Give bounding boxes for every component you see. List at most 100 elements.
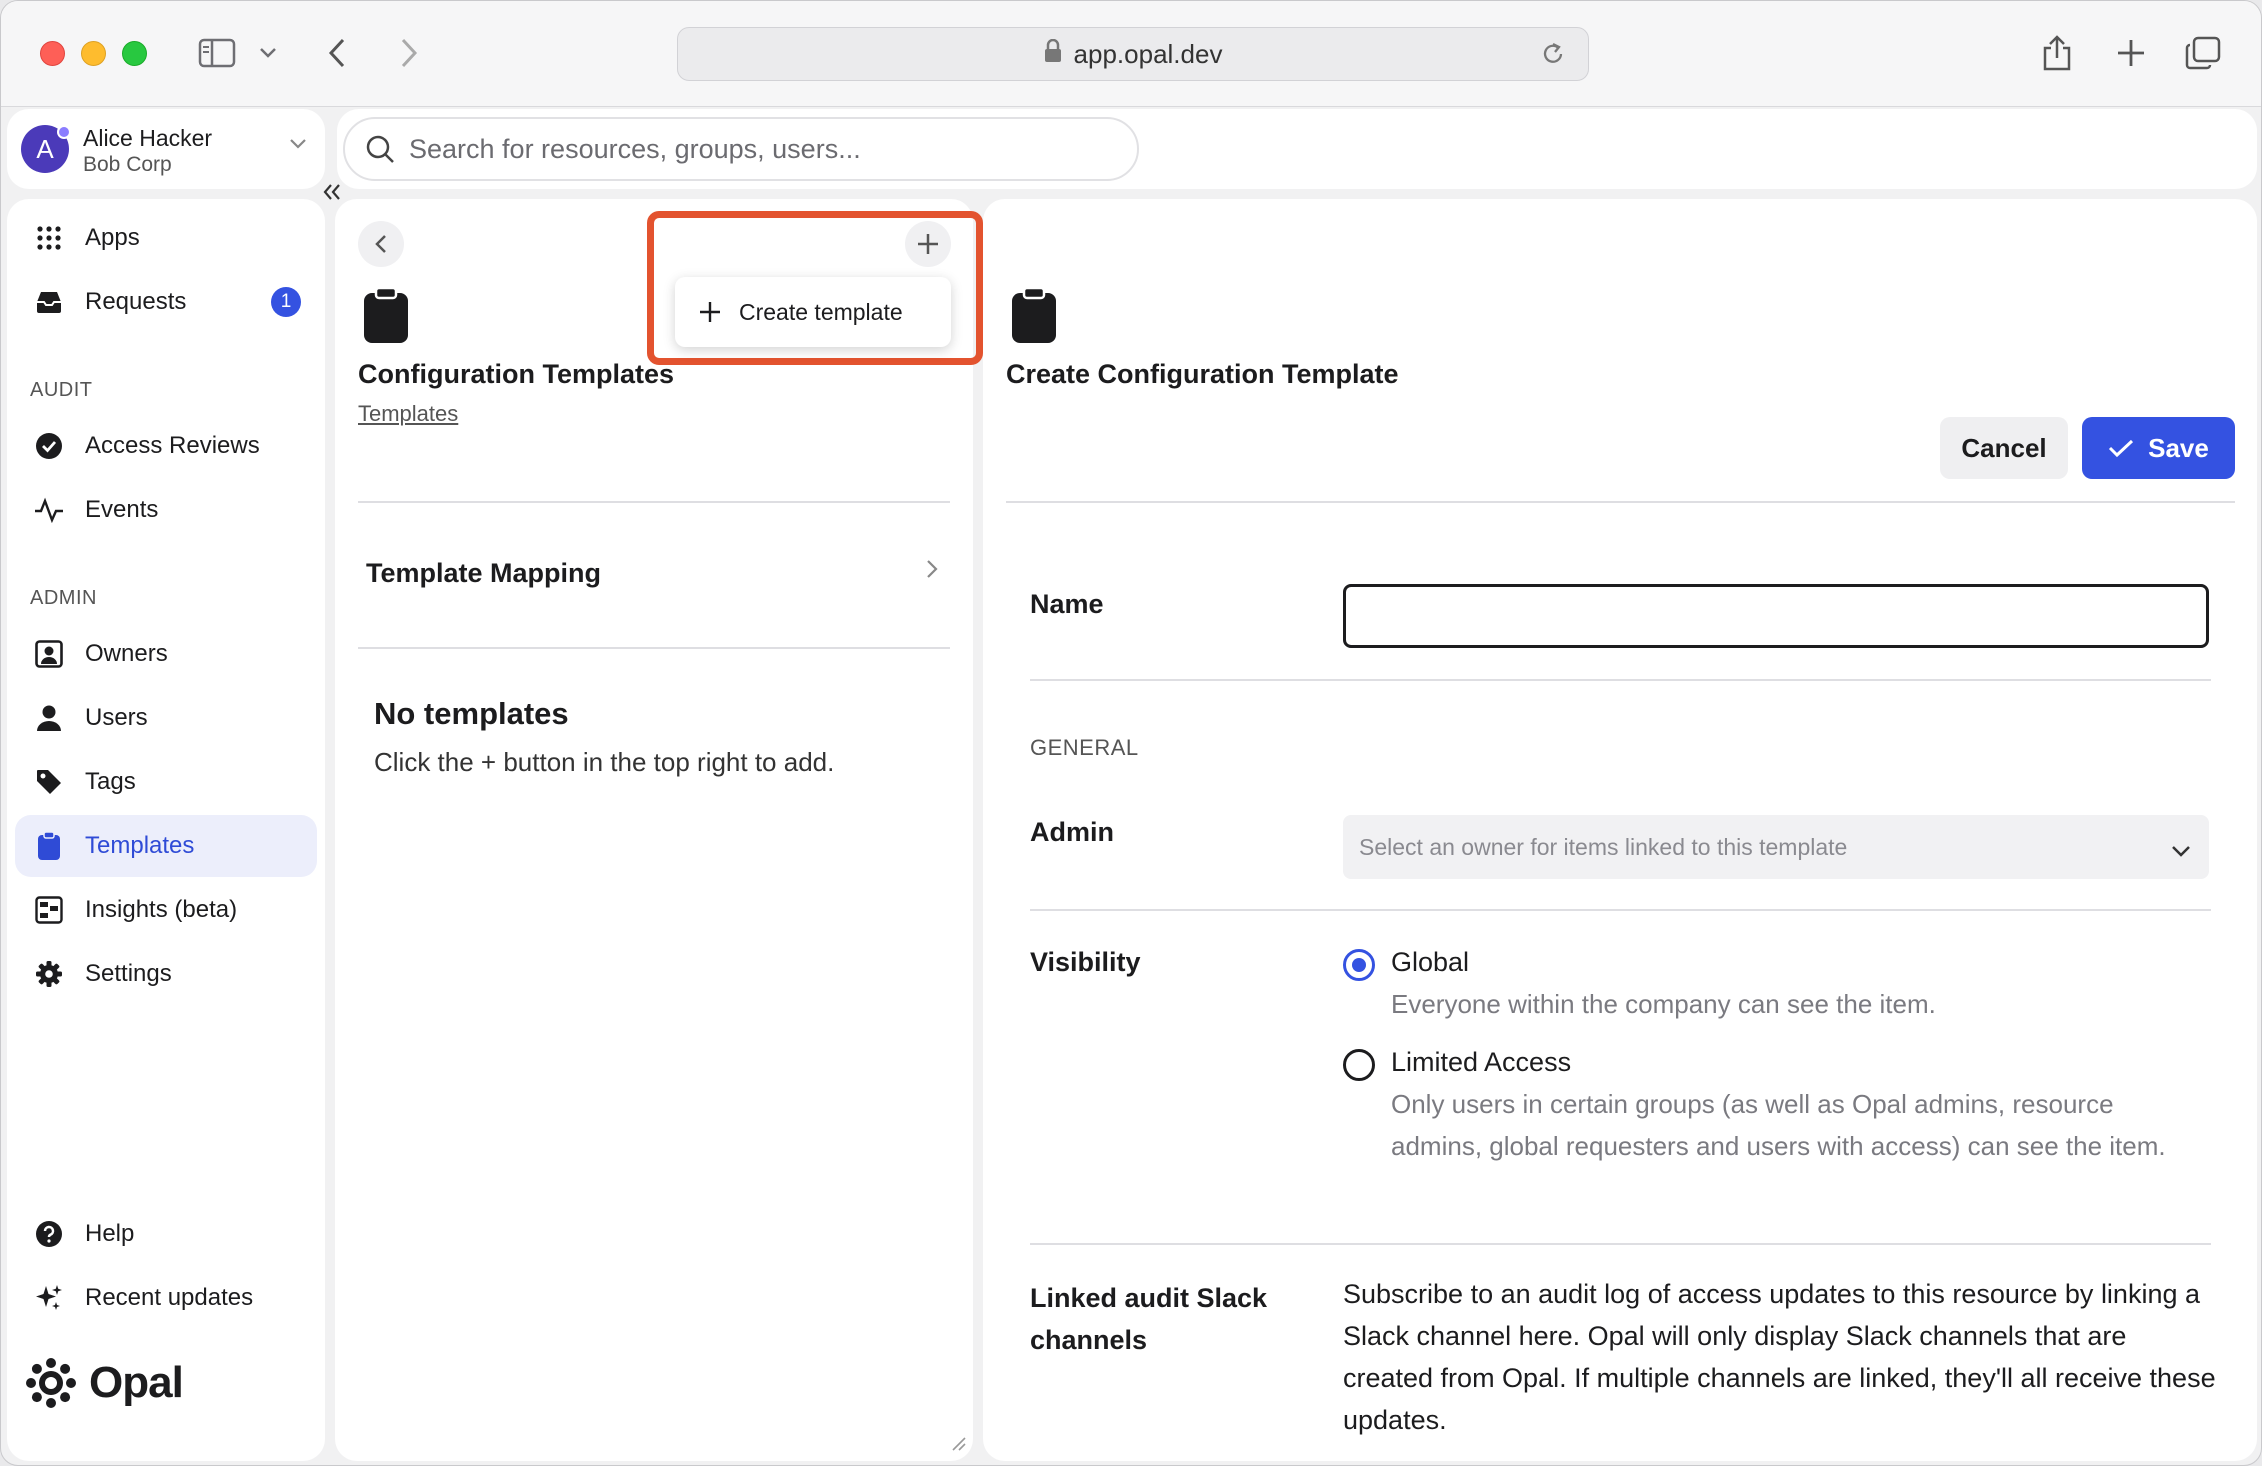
section-label-general: GENERAL — [1030, 735, 1139, 760]
chevron-down-icon — [289, 137, 307, 155]
divider — [1030, 909, 2211, 911]
chevron-right-icon — [926, 559, 938, 584]
sidebar-item-label: Apps — [85, 224, 140, 251]
visibility-limited-radio[interactable] — [1343, 1049, 1375, 1081]
lock-icon — [1044, 38, 1062, 70]
empty-state-subtitle: Click the + button in the top right to a… — [374, 747, 835, 777]
zoom-window-button[interactable] — [122, 41, 147, 66]
slack-channels-description: Subscribe to an audit log of access upda… — [1343, 1279, 2216, 1435]
top-bar — [337, 109, 2257, 189]
sidebar-item-label: Users — [85, 704, 148, 731]
sparkle-icon — [33, 1282, 65, 1314]
account-switcher[interactable]: A Alice Hacker Bob Corp — [7, 109, 325, 189]
template-mapping-label: Template Mapping — [366, 557, 602, 588]
visibility-limited-description: Only users in certain groups (as well as… — [1391, 1089, 2166, 1161]
forward-icon[interactable] — [391, 31, 427, 75]
new-tab-icon[interactable] — [2111, 31, 2151, 75]
insights-icon — [33, 894, 65, 926]
sidebar-item-label: Requests — [85, 288, 187, 315]
sidebar-item-users[interactable]: Users — [15, 687, 317, 749]
create-template-label: Create template — [739, 298, 903, 325]
gear-icon — [33, 958, 65, 990]
user-icon — [33, 702, 65, 734]
sidebar-item-owners[interactable]: Owners — [15, 623, 317, 685]
check-icon — [2108, 438, 2134, 458]
activity-icon — [33, 494, 65, 526]
search-input[interactable] — [409, 133, 1109, 165]
url-text: app.opal.dev — [1073, 38, 1223, 69]
chevron-down-icon[interactable] — [255, 31, 281, 75]
sidebar-item-settings[interactable]: Settings — [15, 943, 317, 1005]
admin-owner-select[interactable]: Select an owner for items linked to this… — [1343, 815, 2209, 879]
sidebar-item-label: Tags — [85, 768, 136, 795]
visibility-global-description: Everyone within the company can see the … — [1391, 989, 1936, 1019]
owner-icon — [33, 638, 65, 670]
tab-overview-icon[interactable] — [2183, 31, 2223, 75]
sidebar-item-access-reviews[interactable]: Access Reviews — [15, 415, 317, 477]
share-icon[interactable] — [2037, 31, 2077, 75]
sidebar-item-apps[interactable]: Apps — [15, 207, 317, 269]
create-template-form: Create Configuration Template Cancel Sav… — [983, 199, 2257, 1461]
sidebar-item-label: Settings — [85, 960, 172, 987]
reload-icon[interactable] — [1540, 40, 1566, 75]
opal-logo-text: Opal — [89, 1358, 184, 1407]
chevron-down-icon — [2171, 837, 2191, 864]
back-button[interactable] — [358, 221, 404, 267]
close-window-button[interactable] — [40, 41, 65, 66]
sidebar-item-label: Owners — [85, 640, 168, 667]
clipboard-icon — [33, 830, 65, 862]
form-title: Create Configuration Template — [1006, 359, 1399, 389]
page-title: Configuration Templates — [358, 359, 675, 389]
resize-handle-icon[interactable] — [951, 1436, 967, 1457]
template-mapping-row[interactable]: Template Mapping — [358, 501, 950, 645]
save-button[interactable]: Save — [2082, 417, 2235, 479]
section-label-audit: AUDIT — [30, 379, 93, 401]
empty-state-title: No templates — [374, 696, 569, 731]
sidebar-item-insights[interactable]: Insights (beta) — [15, 879, 317, 941]
create-template-menu-item[interactable]: Create template — [675, 277, 951, 347]
sidebar-item-label: Recent updates — [85, 1284, 254, 1311]
account-name: Alice Hacker — [83, 125, 213, 151]
visibility-global-radio[interactable] — [1343, 949, 1375, 981]
sidebar-item-requests[interactable]: Requests 1 — [15, 271, 317, 333]
sidebar-item-label: Insights (beta) — [85, 896, 238, 923]
back-icon[interactable] — [319, 31, 355, 75]
collapse-sidebar-icon[interactable] — [319, 179, 345, 205]
name-label: Name — [1030, 589, 1104, 619]
tag-icon — [33, 766, 65, 798]
sidebar-item-templates[interactable]: Templates — [15, 815, 317, 877]
sidebar-item-recent-updates[interactable]: Recent updates — [15, 1267, 317, 1329]
grid-icon — [33, 222, 65, 254]
breadcrumb[interactable]: Templates — [358, 401, 458, 427]
sidebar-item-help[interactable]: Help — [15, 1203, 317, 1265]
search-box[interactable] — [343, 117, 1139, 181]
admin-select-placeholder: Select an owner for items linked to this… — [1359, 833, 1848, 860]
requests-count-badge: 1 — [271, 287, 301, 317]
section-label-admin: ADMIN — [30, 587, 97, 609]
slack-channels-label: Linked audit Slack channels — [1030, 1283, 1268, 1355]
check-circle-icon — [33, 430, 65, 462]
name-input[interactable] — [1343, 584, 2209, 648]
opal-logo-icon — [26, 1358, 76, 1408]
avatar-status-dot — [57, 125, 71, 139]
window-controls — [40, 41, 147, 66]
clipboard-icon — [364, 286, 408, 348]
divider — [358, 647, 950, 649]
help-icon — [33, 1218, 65, 1250]
sidebar-item-label: Events — [85, 496, 159, 523]
browser-window: app.opal.dev A Alice Hacker Bob Corp Sea… — [0, 0, 2262, 1466]
address-bar[interactable]: app.opal.dev — [677, 27, 1589, 81]
visibility-global-label: Global — [1391, 947, 1470, 977]
sidebar-item-tags[interactable]: Tags — [15, 751, 317, 813]
sidebar-item-label: Templates — [85, 832, 195, 859]
visibility-limited-label: Limited Access — [1391, 1047, 1572, 1077]
divider — [1006, 501, 2235, 503]
opal-logo: Opal — [25, 1357, 184, 1409]
cancel-button[interactable]: Cancel — [1940, 417, 2068, 479]
sidebar-toggle-icon[interactable] — [195, 31, 239, 75]
minimize-window-button[interactable] — [81, 41, 106, 66]
sidebar-item-events[interactable]: Events — [15, 479, 317, 541]
save-label: Save — [2148, 432, 2209, 463]
visibility-label: Visibility — [1030, 947, 1141, 977]
browser-toolbar: app.opal.dev — [1, 1, 2261, 107]
